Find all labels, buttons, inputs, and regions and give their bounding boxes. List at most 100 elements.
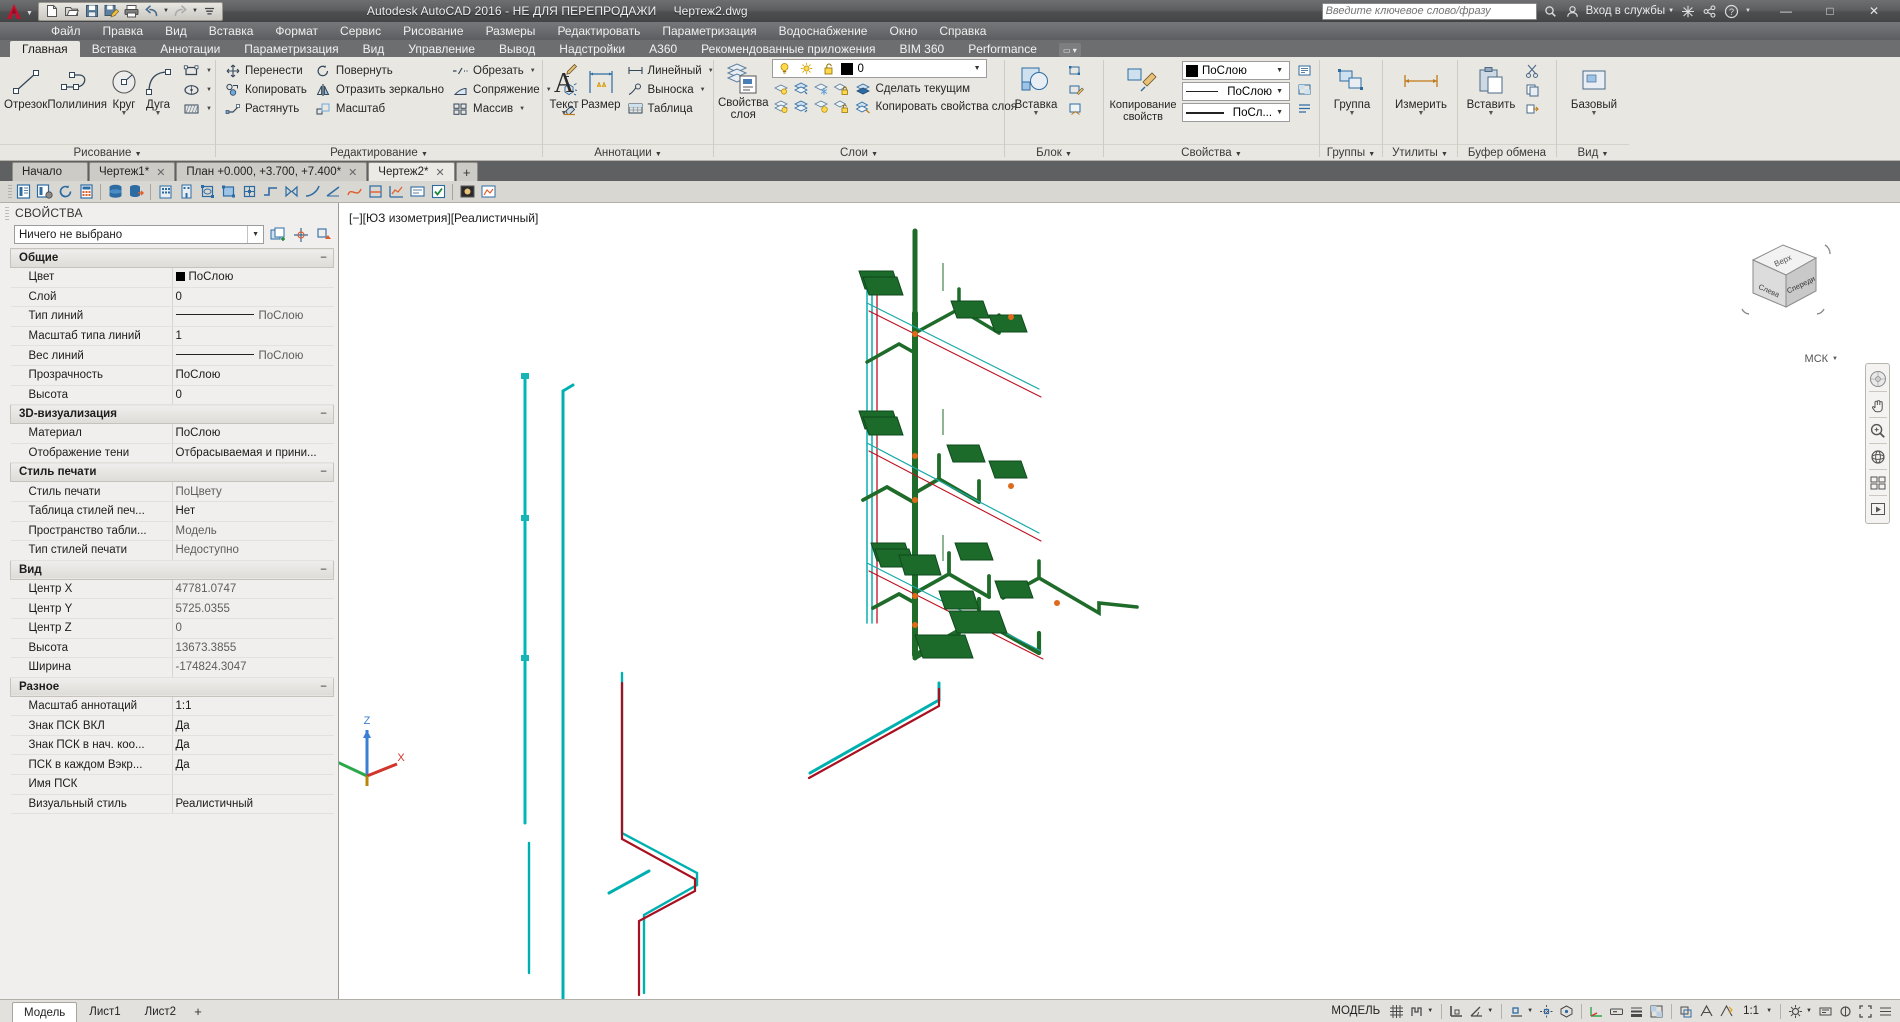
polyline-button[interactable]: Полилиния: [47, 61, 107, 111]
object-lineweight-combo[interactable]: ПоСл... ▼: [1182, 103, 1290, 122]
annotation-scale-value[interactable]: 1:1: [1737, 1005, 1765, 1017]
trim-button[interactable]: Обрезать ▼: [448, 61, 556, 80]
layer-unisolate-icon[interactable]: [792, 98, 811, 115]
close-button[interactable]: ✕: [1852, 0, 1896, 22]
layer-combo-caret-icon[interactable]: ▼: [974, 65, 984, 72]
hatch-button[interactable]: ▼: [179, 99, 216, 118]
block-panel-expand-caret-icon[interactable]: ▼: [1065, 151, 1072, 158]
sun-icon[interactable]: [797, 60, 816, 77]
property-value[interactable]: Нет: [172, 501, 334, 522]
node-tb-icon[interactable]: [239, 182, 259, 202]
property-row[interactable]: ПСК в каждом Вэкр... Да: [10, 754, 334, 776]
help-search-input[interactable]: [1325, 5, 1533, 17]
object-lineweight-caret-icon[interactable]: ▼: [1276, 109, 1286, 116]
visual-tb-icon[interactable]: [478, 182, 498, 202]
table-button[interactable]: Таблица: [623, 99, 718, 118]
stretch-button[interactable]: Растянуть: [220, 99, 311, 118]
trim-dropdown-caret-icon[interactable]: ▼: [530, 68, 536, 74]
array-button[interactable]: Массив ▼: [448, 99, 556, 118]
drawing-tab-1[interactable]: Чертеж1* ✕: [89, 162, 176, 181]
property-row[interactable]: Отображение тени Отбрасываемая и прини...: [10, 443, 334, 464]
db-export-tb-icon[interactable]: [126, 182, 146, 202]
exchange-apps-icon[interactable]: [1679, 3, 1696, 20]
close-icon[interactable]: ✕: [435, 166, 444, 179]
view-panel-expand-caret-icon[interactable]: ▼: [1602, 151, 1609, 158]
plot-icon[interactable]: [122, 3, 141, 19]
group-caret-icon[interactable]: ▼: [1349, 110, 1356, 117]
property-row[interactable]: Визуальный стиль Реалистичный: [10, 794, 334, 815]
zoom-extents-icon[interactable]: [1866, 419, 1889, 442]
mirror-button[interactable]: Отразить зеркально: [311, 80, 448, 99]
ortho-icon[interactable]: [1447, 1001, 1466, 1022]
ellipse-dropdown-caret-icon[interactable]: ▼: [206, 87, 212, 93]
object-color-caret-icon[interactable]: ▼: [1276, 67, 1286, 74]
object-color-combo[interactable]: ПоСлою ▼: [1182, 61, 1290, 80]
menu-item-8[interactable]: Редактировать: [546, 22, 651, 40]
property-group-header[interactable]: Вид −: [10, 559, 334, 580]
hatch-dropdown-caret-icon[interactable]: ▼: [206, 106, 212, 112]
copy-button[interactable]: Копировать: [220, 80, 311, 99]
menu-item-11[interactable]: Окно: [878, 22, 928, 40]
close-icon[interactable]: ✕: [348, 166, 357, 179]
property-value[interactable]: Да: [172, 754, 334, 776]
save-icon[interactable]: [82, 3, 101, 19]
property-value[interactable]: Да: [172, 735, 334, 756]
linear-dim-dropdown-caret-icon[interactable]: ▼: [708, 68, 714, 74]
property-row[interactable]: Масштаб аннотаций 1:1: [10, 696, 334, 717]
close-icon[interactable]: ✕: [156, 166, 165, 179]
text-button[interactable]: A Текст ▼: [547, 61, 581, 117]
dynamic-input-icon[interactable]: [1607, 1001, 1626, 1022]
transparency-icon[interactable]: [1647, 1001, 1666, 1022]
sign-in-button[interactable]: Вход в службы ▼: [1586, 5, 1674, 17]
help-icon[interactable]: ?: [1723, 3, 1740, 20]
collapse-group-icon[interactable]: −: [320, 466, 327, 478]
lineweight-icon[interactable]: [1627, 1001, 1646, 1022]
add-layout-button[interactable]: +: [188, 1001, 208, 1022]
transparency-button[interactable]: [1292, 80, 1317, 99]
ribbon-tab-5[interactable]: Управление: [396, 41, 487, 57]
groups-panel-expand-caret-icon[interactable]: ▼: [1368, 151, 1375, 158]
property-value[interactable]: 1: [172, 326, 334, 347]
object-snap-icon[interactable]: [1507, 1001, 1526, 1022]
db-connect-tb-icon[interactable]: [105, 182, 125, 202]
leader-dropdown-caret-icon[interactable]: ▼: [700, 87, 706, 93]
dynamic-ucs-icon[interactable]: [1587, 1001, 1606, 1022]
property-row[interactable]: Вес линий ПоСлою: [10, 345, 334, 366]
pan-icon[interactable]: [1866, 393, 1889, 416]
show-motion-icon[interactable]: [1866, 471, 1889, 494]
snap-caret-icon[interactable]: ▼: [1427, 1008, 1436, 1014]
check-tb-icon[interactable]: [428, 182, 448, 202]
property-row[interactable]: Центр Y 5725.0355: [10, 598, 334, 619]
layout-tab-0[interactable]: Модель: [12, 1001, 78, 1022]
property-value[interactable]: ПоСлою: [172, 365, 334, 386]
property-row[interactable]: Масштаб типа линий 1: [10, 326, 334, 347]
ribbon-tab-3[interactable]: Параметризация: [232, 41, 350, 57]
copy-layer-props-button[interactable]: Копировать свойства слоя: [853, 98, 1019, 115]
utilities-panel-expand-caret-icon[interactable]: ▼: [1441, 151, 1448, 158]
building2-tb-icon[interactable]: [176, 182, 196, 202]
spline-tb-icon[interactable]: [344, 182, 364, 202]
create-block-button[interactable]: [1063, 61, 1088, 80]
layer-prev-tb-icon[interactable]: [55, 182, 75, 202]
snap-mode-icon[interactable]: [1407, 1001, 1426, 1022]
property-row[interactable]: Таблица стилей печ... Нет: [10, 501, 334, 522]
layer-control-combo[interactable]: 0 ▼: [771, 59, 987, 78]
rectangle-dropdown-caret-icon[interactable]: ▼: [206, 68, 212, 74]
building-tb-icon[interactable]: [155, 182, 175, 202]
grid-display-icon[interactable]: [1387, 1001, 1406, 1022]
rectangle-button[interactable]: ▼: [179, 61, 216, 80]
render-tb-icon[interactable]: [457, 182, 477, 202]
object-linetype-caret-icon[interactable]: ▼: [1276, 88, 1286, 95]
copy-clip-button[interactable]: [1520, 80, 1545, 99]
view-cube[interactable]: Верх Слева Спереди: [1728, 225, 1838, 333]
layer-on-icon[interactable]: [772, 98, 791, 115]
collapse-group-icon[interactable]: −: [320, 681, 327, 693]
insert-block-button[interactable]: Вставка ▼: [1009, 61, 1063, 117]
quick-select-icon[interactable]: [291, 225, 310, 244]
new-drawing-tab-button[interactable]: +: [455, 162, 478, 181]
property-value[interactable]: Отбрасываемая и прини...: [172, 443, 334, 464]
collapse-group-icon[interactable]: −: [320, 252, 327, 264]
rotate-button[interactable]: Повернуть: [311, 61, 448, 80]
cut-button[interactable]: [1520, 61, 1545, 80]
property-row[interactable]: Тип линий ПоСлою: [10, 306, 334, 327]
